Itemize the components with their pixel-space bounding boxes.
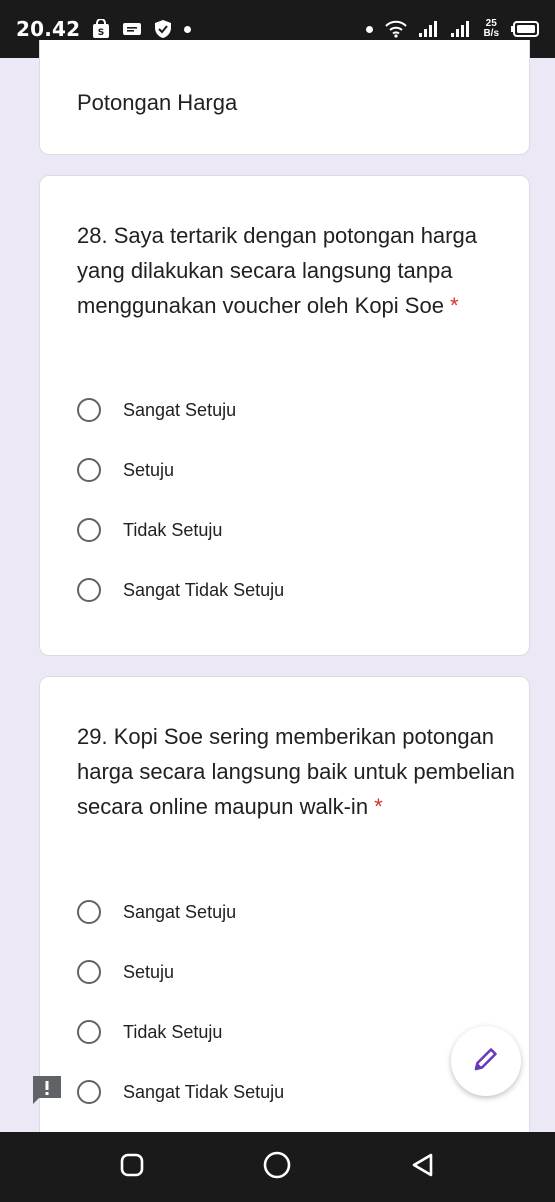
question-label: 28. Saya tertarik dengan potongan harga … xyxy=(77,223,477,318)
radio-button[interactable] xyxy=(77,1080,101,1104)
radio-button[interactable] xyxy=(77,1020,101,1044)
pencil-edit-icon xyxy=(473,1046,499,1077)
notification-dot xyxy=(184,25,192,33)
signal-icon-2 xyxy=(451,21,471,37)
question-text: 29. Kopi Soe sering memberikan potongan … xyxy=(77,719,517,824)
question-text: 28. Saya tertarik dengan potongan harga … xyxy=(77,218,517,323)
wifi-icon xyxy=(385,20,408,38)
required-asterisk: * xyxy=(374,794,383,819)
radio-option-setuju[interactable]: Setuju xyxy=(77,942,284,1002)
radio-option-tidak-setuju[interactable]: Tidak Setuju xyxy=(77,500,284,560)
option-label: Sangat Tidak Setuju xyxy=(123,1081,285,1102)
status-bar-right: 25 B/s xyxy=(366,19,539,39)
recent-apps-icon[interactable] xyxy=(119,1152,145,1183)
android-nav-bar xyxy=(0,1132,555,1202)
shield-check-icon xyxy=(154,19,172,39)
option-label: Sangat Setuju xyxy=(123,399,237,420)
radio-option-tidak-setuju[interactable]: Tidak Setuju xyxy=(77,1002,284,1062)
edit-fab-button[interactable] xyxy=(451,1026,521,1096)
option-label: Setuju xyxy=(123,459,175,480)
radio-option-sangat-tidak-setuju[interactable]: Sangat Tidak Setuju xyxy=(77,560,284,620)
status-bar-left: 20.42 S xyxy=(16,17,192,41)
radio-button[interactable] xyxy=(77,578,101,602)
notification-dot-right xyxy=(366,25,374,33)
signal-icon xyxy=(419,21,439,37)
radio-option-sangat-tidak-setuju[interactable]: Sangat Tidak Setuju xyxy=(77,1062,284,1122)
radio-option-setuju[interactable]: Setuju xyxy=(77,440,284,500)
option-label: Setuju xyxy=(123,961,175,982)
back-icon[interactable] xyxy=(410,1152,436,1183)
option-label: Tidak Setuju xyxy=(123,519,223,540)
option-label: Sangat Setuju xyxy=(123,901,237,922)
status-time: 20.42 xyxy=(16,17,81,41)
radio-button[interactable] xyxy=(77,900,101,924)
radio-group: Sangat Setuju Setuju Tidak Setuju Sangat… xyxy=(77,882,284,1122)
required-asterisk: * xyxy=(449,293,459,318)
feedback-icon[interactable] xyxy=(31,1074,63,1106)
radio-button[interactable] xyxy=(77,398,101,422)
option-label: Sangat Tidak Setuju xyxy=(123,579,285,600)
option-label: Tidak Setuju xyxy=(123,1021,223,1042)
network-speed: 25 B/s xyxy=(483,19,499,39)
radio-option-sangat-setuju[interactable]: Sangat Setuju xyxy=(77,380,284,440)
home-icon[interactable] xyxy=(262,1150,292,1185)
battery-icon xyxy=(511,21,539,37)
question-label: 29. Kopi Soe sering memberikan potongan … xyxy=(77,724,515,819)
question-card-28: 28. Saya tertarik dengan potongan harga … xyxy=(39,175,530,656)
network-speed-unit: B/s xyxy=(483,28,499,39)
radio-button[interactable] xyxy=(77,458,101,482)
radio-group: Sangat Setuju Setuju Tidak Setuju Sangat… xyxy=(77,380,284,620)
radio-option-sangat-setuju[interactable]: Sangat Setuju xyxy=(77,882,284,942)
svg-text:S: S xyxy=(98,28,104,38)
section-title: Potongan Harga xyxy=(77,90,238,115)
shopee-bag-icon: S xyxy=(92,19,110,39)
radio-button[interactable] xyxy=(77,960,101,984)
section-header-card: Potongan Harga xyxy=(39,40,530,155)
radio-button[interactable] xyxy=(77,518,101,542)
message-icon xyxy=(122,21,142,37)
